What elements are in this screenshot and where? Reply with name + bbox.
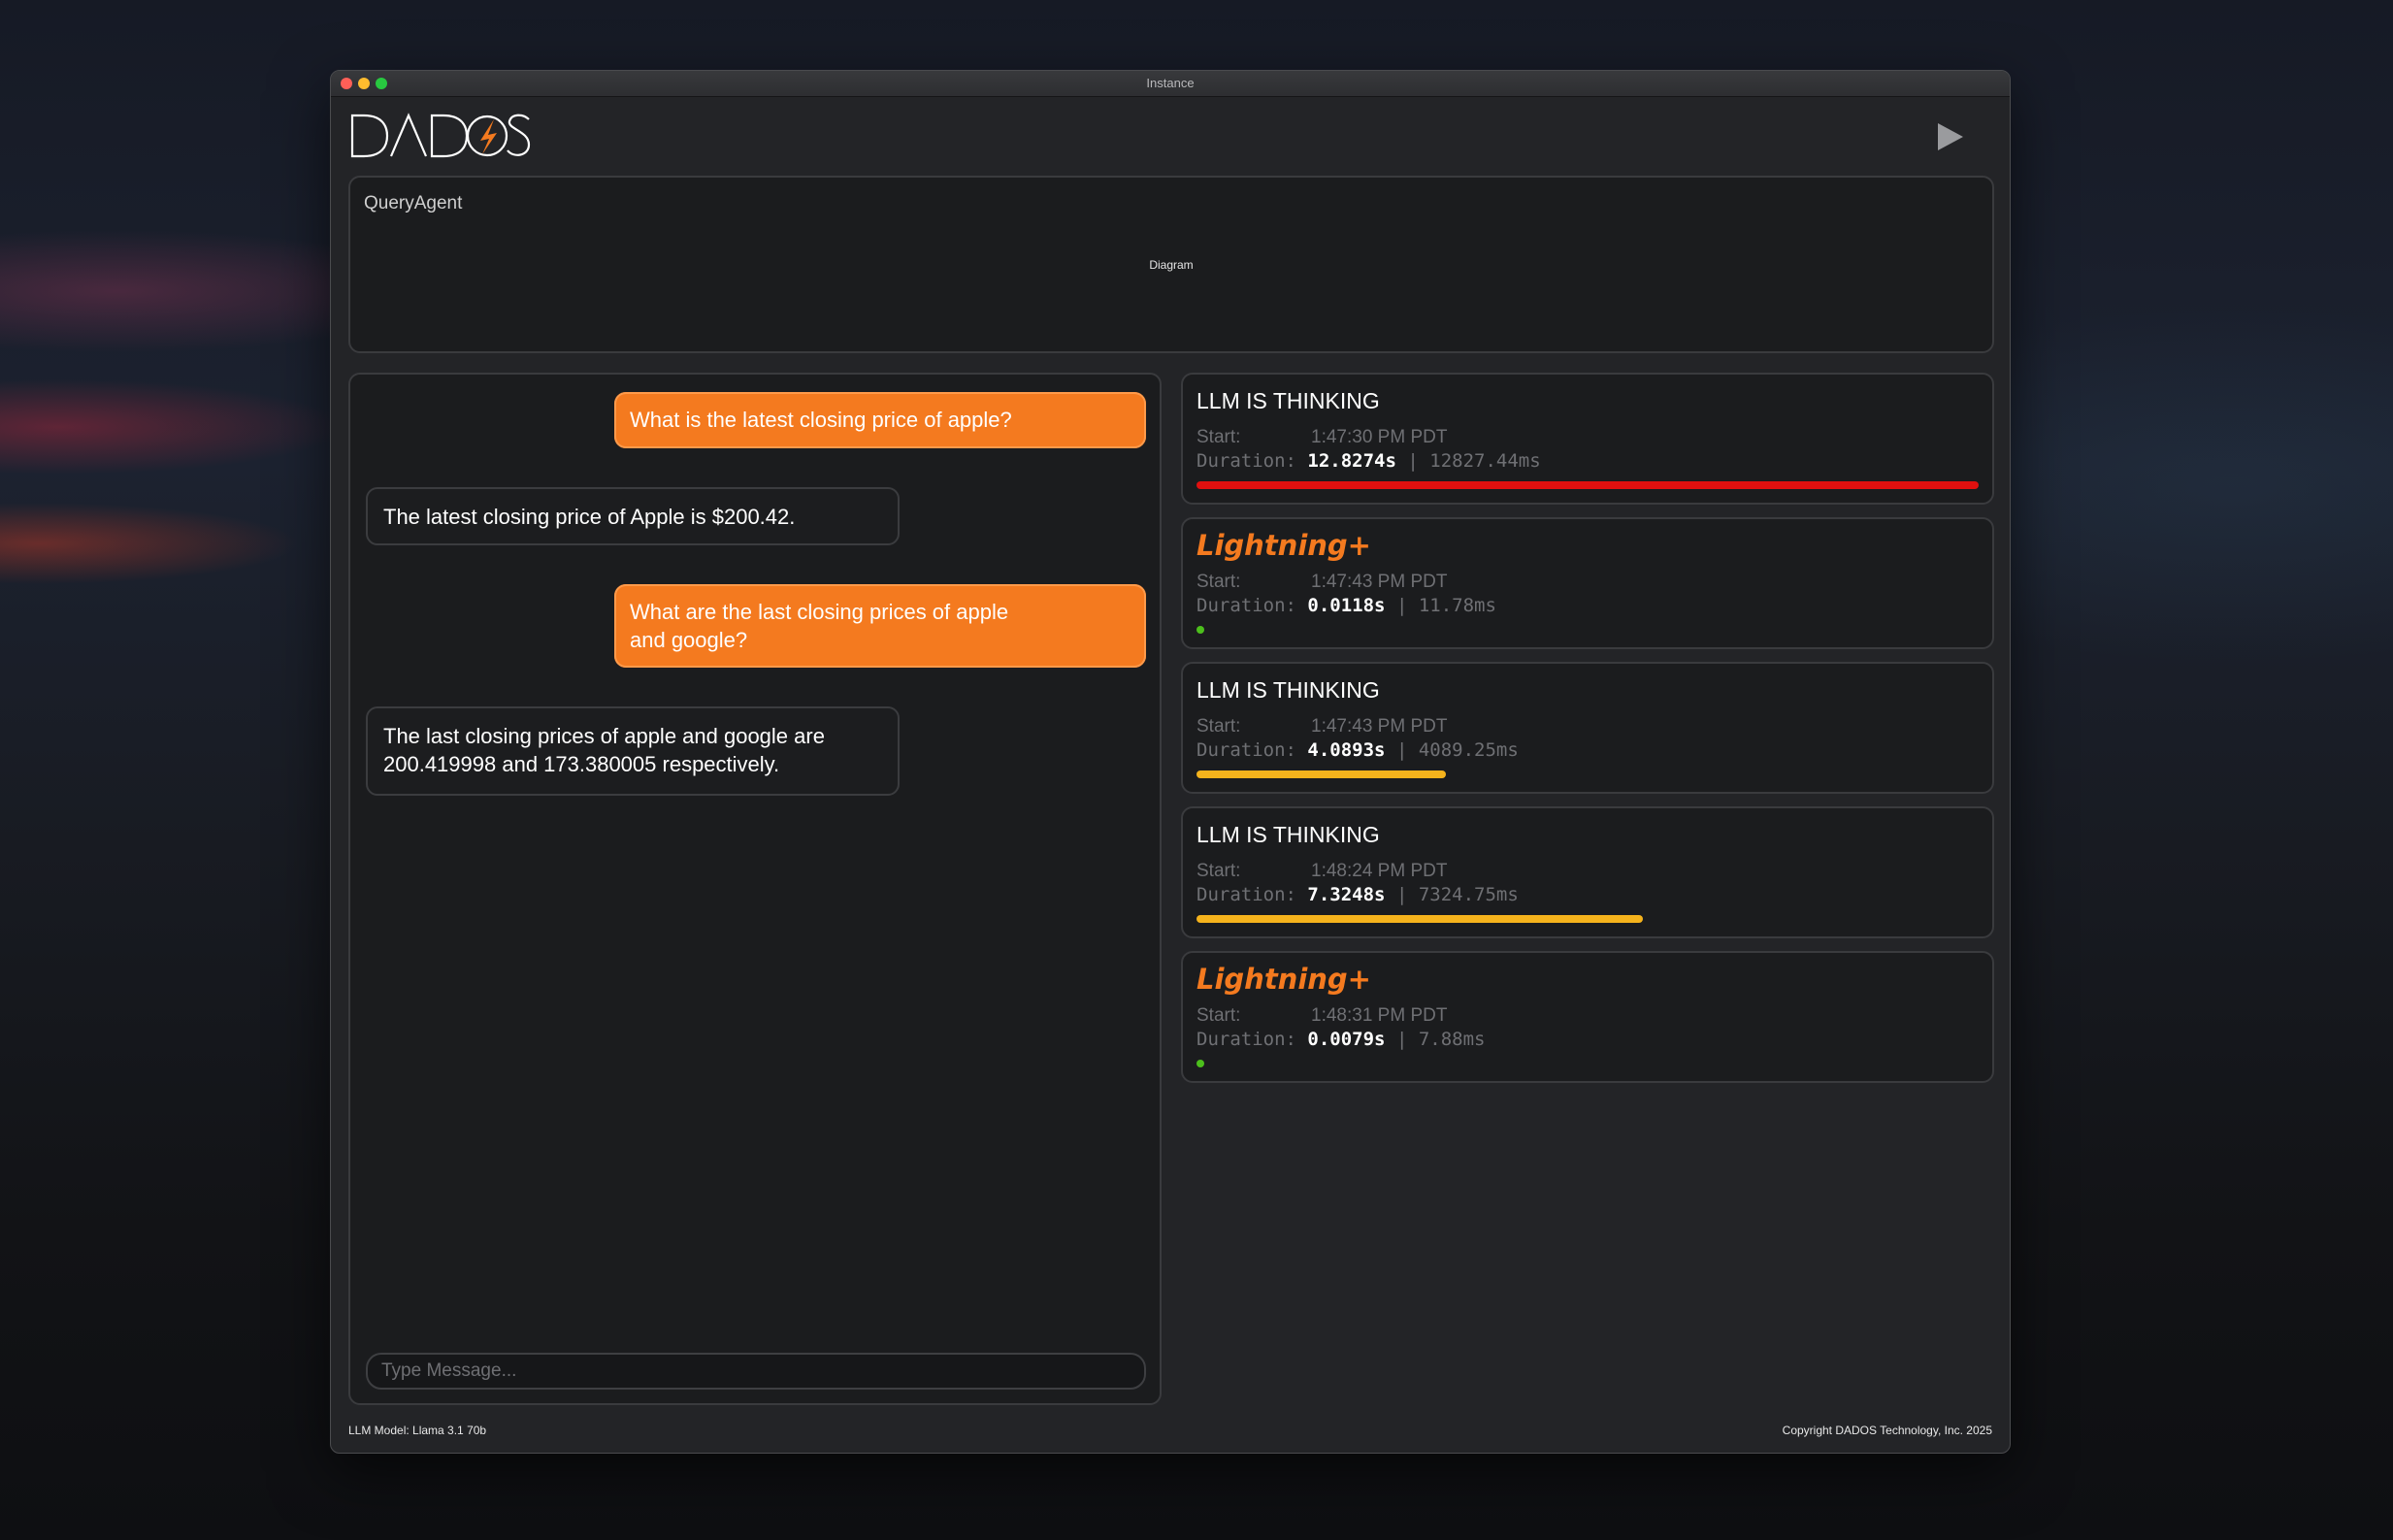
- query-agent-panel: QueryAgent Diagram: [348, 176, 1994, 353]
- copyright-label: Copyright DADOS Technology, Inc. 2025: [1782, 1424, 1992, 1437]
- duration-bar: [1196, 481, 1979, 489]
- start-time: 1:48:31 PM PDT: [1311, 1005, 1448, 1026]
- run-button[interactable]: [1936, 121, 1965, 152]
- duration-ms: 12827.44ms: [1429, 450, 1541, 472]
- log-title: LLM IS THINKING: [1196, 388, 1380, 413]
- duration-ms: 7324.75ms: [1418, 884, 1519, 905]
- window-title: Instance: [1146, 76, 1195, 90]
- duration-row: Duration: 0.0079s | 7.88ms: [1196, 1029, 1485, 1050]
- duration-seconds: 7.3248s: [1307, 884, 1386, 905]
- title-bar[interactable]: Instance: [331, 71, 2010, 97]
- duration-label: Duration:: [1196, 1029, 1296, 1050]
- log-title: LLM IS THINKING: [1196, 677, 1380, 703]
- play-icon: [1938, 123, 1963, 150]
- assistant-message: The last closing prices of apple and goo…: [366, 706, 900, 796]
- duration-ms: 11.78ms: [1418, 595, 1496, 616]
- log-card-llm-thinking: LLM IS THINKING Start: 1:48:24 PM PDT Du…: [1181, 806, 1994, 938]
- duration-row: Duration: 0.0118s | 11.78ms: [1196, 595, 1496, 616]
- user-message: What are the last closing prices of appl…: [614, 584, 1146, 668]
- duration-bar: [1196, 915, 1643, 923]
- lightning-brand-title: Lightning+: [1196, 529, 1371, 562]
- duration-seconds: 0.0079s: [1307, 1029, 1386, 1050]
- start-label: Start:: [1196, 861, 1241, 881]
- duration-label: Duration:: [1196, 884, 1296, 905]
- start-label: Start:: [1196, 716, 1241, 737]
- start-label: Start:: [1196, 1005, 1241, 1026]
- message-input[interactable]: [366, 1353, 1146, 1390]
- duration-bar: [1196, 626, 1204, 634]
- duration-separator: |: [1407, 450, 1419, 472]
- start-time: 1:47:30 PM PDT: [1311, 427, 1448, 447]
- start-label: Start:: [1196, 427, 1241, 447]
- duration-separator: |: [1395, 884, 1408, 905]
- log-card-llm-thinking: LLM IS THINKING Start: 1:47:30 PM PDT Du…: [1181, 373, 1994, 505]
- chat-panel: What is the latest closing price of appl…: [348, 373, 1162, 1405]
- duration-label: Duration:: [1196, 595, 1296, 616]
- duration-separator: |: [1395, 1029, 1408, 1050]
- duration-bar: [1196, 1060, 1204, 1067]
- duration-seconds: 12.8274s: [1307, 450, 1396, 472]
- duration-seconds: 0.0118s: [1307, 595, 1386, 616]
- start-time: 1:47:43 PM PDT: [1311, 572, 1448, 592]
- duration-separator: |: [1395, 595, 1408, 616]
- duration-ms: 4089.25ms: [1418, 739, 1519, 761]
- llm-model-label: LLM Model: Llama 3.1 70b: [348, 1424, 487, 1437]
- log-card-lightning: Lightning+ Start: 1:47:43 PM PDT Duratio…: [1181, 517, 1994, 649]
- log-card-lightning: Lightning+ Start: 1:48:31 PM PDT Duratio…: [1181, 951, 1994, 1083]
- duration-ms: 7.88ms: [1418, 1029, 1486, 1050]
- log-title: LLM IS THINKING: [1196, 822, 1380, 847]
- duration-row: Duration: 12.8274s | 12827.44ms: [1196, 450, 1541, 472]
- duration-bar: [1196, 770, 1446, 778]
- start-label: Start:: [1196, 572, 1241, 592]
- duration-separator: |: [1395, 739, 1408, 761]
- diagram-area: Diagram: [1149, 258, 1194, 272]
- duration-row: Duration: 7.3248s | 7324.75ms: [1196, 884, 1519, 905]
- duration-label: Duration:: [1196, 450, 1296, 472]
- start-time: 1:47:43 PM PDT: [1311, 716, 1448, 737]
- dados-logo-mark: [350, 113, 531, 158]
- log-card-llm-thinking: LLM IS THINKING Start: 1:47:43 PM PDT Du…: [1181, 662, 1994, 794]
- start-time: 1:48:24 PM PDT: [1311, 861, 1448, 881]
- query-agent-title: QueryAgent: [364, 193, 463, 213]
- duration-row: Duration: 4.0893s | 4089.25ms: [1196, 739, 1519, 761]
- duration-label: Duration:: [1196, 739, 1296, 761]
- assistant-message: The latest closing price of Apple is $20…: [366, 487, 900, 545]
- duration-seconds: 4.0893s: [1307, 739, 1386, 761]
- app-window: Instance QueryAgent Diagram What is the …: [330, 70, 2011, 1454]
- user-message: What is the latest closing price of appl…: [614, 392, 1146, 448]
- lightning-brand-title: Lightning+: [1196, 963, 1371, 996]
